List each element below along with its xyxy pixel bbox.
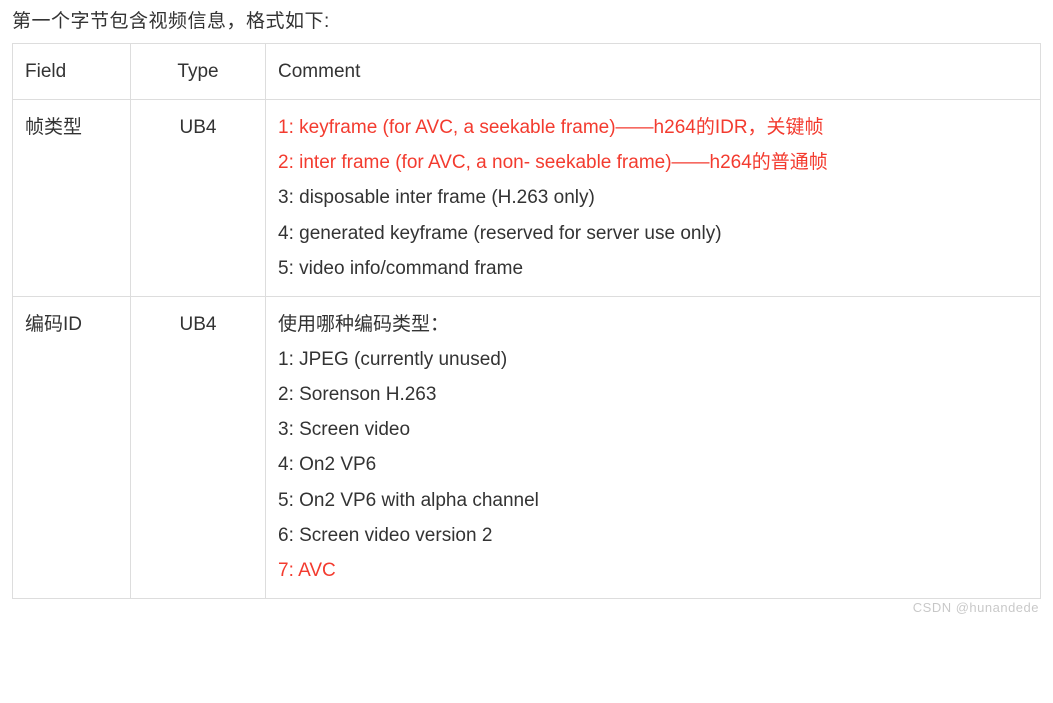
cell-field: 帧类型 bbox=[13, 100, 131, 297]
cell-field: 编码ID bbox=[13, 296, 131, 598]
table-row: 编码ID UB4 使用哪种编码类型： 1: JPEG (currently un… bbox=[13, 296, 1041, 598]
comment-line: 5: video info/command frame bbox=[278, 251, 1028, 286]
comment-line: 使用哪种编码类型： bbox=[278, 307, 1028, 342]
col-header-field: Field bbox=[13, 44, 131, 100]
cell-comment: 使用哪种编码类型： 1: JPEG (currently unused) 2: … bbox=[266, 296, 1041, 598]
video-byte-table: Field Type Comment 帧类型 UB4 1: keyframe (… bbox=[12, 43, 1041, 599]
comment-line: 2: inter frame (for AVC, a non- seekable… bbox=[278, 145, 1028, 180]
comment-line: 6: Screen video version 2 bbox=[278, 518, 1028, 553]
cell-type: UB4 bbox=[131, 296, 266, 598]
intro-text: 第一个字节包含视频信息，格式如下: bbox=[12, 6, 1041, 33]
table-header-row: Field Type Comment bbox=[13, 44, 1041, 100]
cell-comment: 1: keyframe (for AVC, a seekable frame)—… bbox=[266, 100, 1041, 297]
comment-line: 3: Screen video bbox=[278, 412, 1028, 447]
comment-line: 3: disposable inter frame (H.263 only) bbox=[278, 180, 1028, 215]
comment-line: 1: JPEG (currently unused) bbox=[278, 342, 1028, 377]
table-row: 帧类型 UB4 1: keyframe (for AVC, a seekable… bbox=[13, 100, 1041, 297]
cell-type: UB4 bbox=[131, 100, 266, 297]
comment-line: 1: keyframe (for AVC, a seekable frame)—… bbox=[278, 110, 1028, 145]
col-header-comment: Comment bbox=[266, 44, 1041, 100]
watermark: CSDN @hunandede bbox=[913, 600, 1039, 615]
col-header-type: Type bbox=[131, 44, 266, 100]
page: 第一个字节包含视频信息，格式如下: Field Type Comment 帧类型… bbox=[0, 0, 1053, 619]
comment-line: 2: Sorenson H.263 bbox=[278, 377, 1028, 412]
comment-line: 4: On2 VP6 bbox=[278, 447, 1028, 482]
comment-line: 5: On2 VP6 with alpha channel bbox=[278, 483, 1028, 518]
comment-line: 7: AVC bbox=[278, 553, 1028, 588]
comment-line: 4: generated keyframe (reserved for serv… bbox=[278, 216, 1028, 251]
